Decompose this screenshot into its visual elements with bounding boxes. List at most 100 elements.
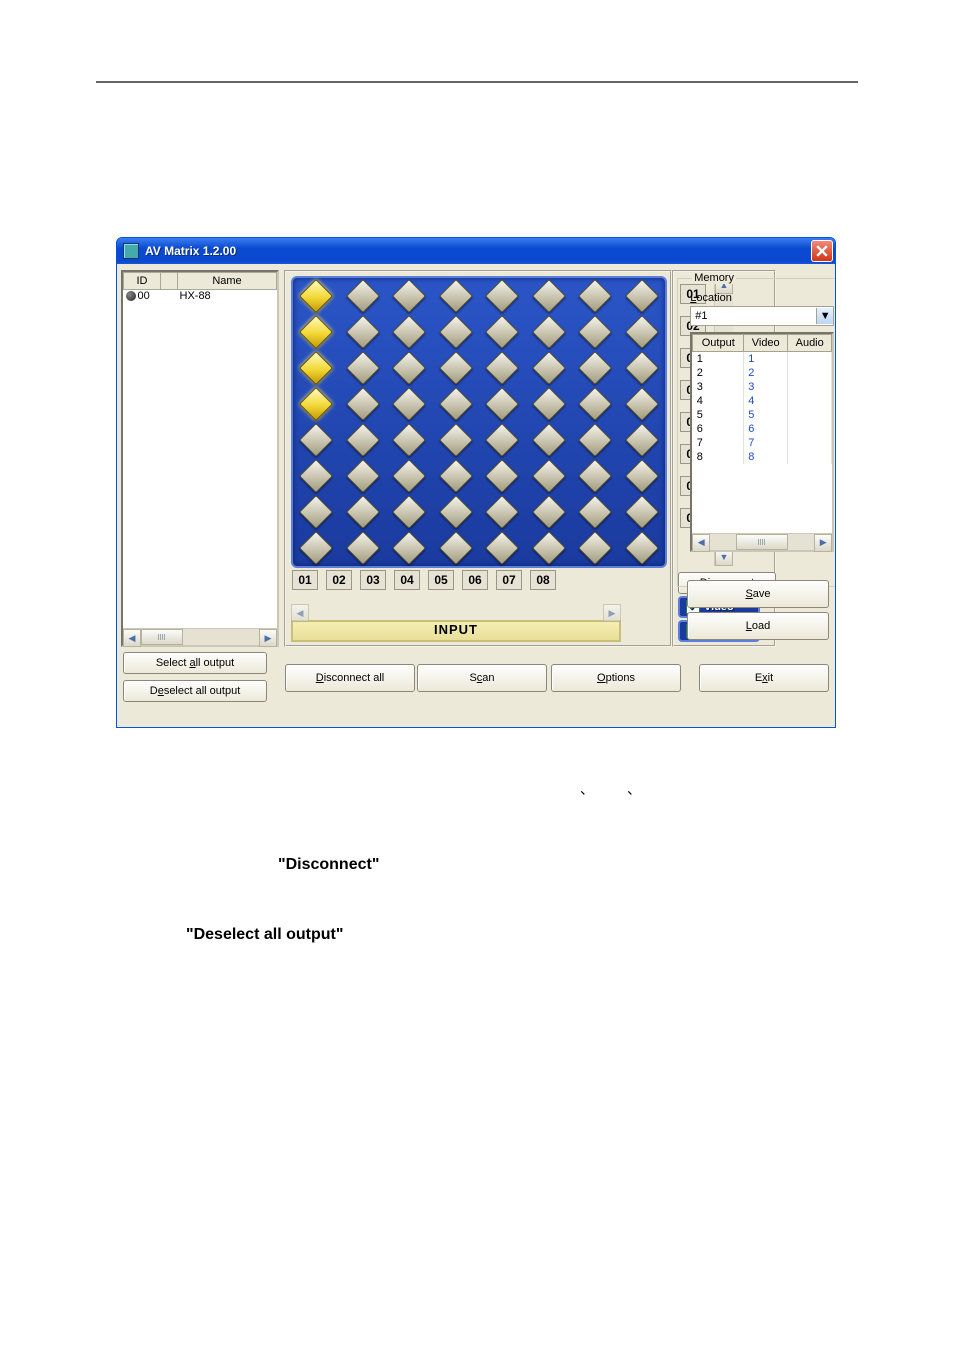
crosspoint[interactable] <box>532 279 566 313</box>
crosspoint[interactable] <box>578 279 612 313</box>
options-button[interactable]: Options <box>551 664 681 692</box>
crosspoint[interactable] <box>299 495 333 529</box>
crosspoint[interactable] <box>578 459 612 493</box>
crosspoint[interactable] <box>532 423 566 457</box>
crosspoint[interactable] <box>625 495 659 529</box>
crosspoint[interactable] <box>392 315 426 349</box>
scroll-left-icon[interactable]: ◀ <box>123 629 141 647</box>
mem-row[interactable]: 55 <box>693 408 832 422</box>
input-hscroll[interactable]: ◀ ▶ <box>291 604 621 620</box>
crosspoint[interactable] <box>299 423 333 457</box>
crosspoint[interactable] <box>299 351 333 385</box>
col-name[interactable]: Name <box>178 273 277 290</box>
crosspoint[interactable] <box>625 423 659 457</box>
mem-row[interactable]: 11 <box>693 351 832 366</box>
crosspoint[interactable] <box>578 495 612 529</box>
save-button[interactable]: Save <box>687 580 829 608</box>
mem-col[interactable]: Video <box>744 334 788 351</box>
crosspoint[interactable] <box>392 387 426 421</box>
deselect-all-button[interactable]: Deselect all output <box>123 680 267 702</box>
exit-button[interactable]: Exit <box>699 664 829 692</box>
crosspoint[interactable] <box>299 459 333 493</box>
crosspoint[interactable] <box>485 387 519 421</box>
input-index[interactable]: 06 <box>462 570 488 590</box>
crosspoint[interactable] <box>578 315 612 349</box>
dropdown-icon[interactable]: ▼ <box>816 308 833 324</box>
crosspoint[interactable] <box>392 351 426 385</box>
mem-row[interactable]: 77 <box>693 436 832 450</box>
input-index[interactable]: 03 <box>360 570 386 590</box>
disconnect-all-button[interactable]: Disconnect all <box>285 664 415 692</box>
crosspoint[interactable] <box>392 495 426 529</box>
crosspoint[interactable] <box>346 495 380 529</box>
crosspoint[interactable] <box>532 351 566 385</box>
input-index[interactable]: 07 <box>496 570 522 590</box>
mem-row[interactable]: 44 <box>693 394 832 408</box>
memory-hscroll[interactable]: ◀ ▶ <box>692 533 832 550</box>
input-index[interactable]: 05 <box>428 570 454 590</box>
crosspoint[interactable] <box>392 459 426 493</box>
crosspoint[interactable] <box>299 315 333 349</box>
crosspoint[interactable] <box>439 387 473 421</box>
crosspoint[interactable] <box>485 315 519 349</box>
crosspoint[interactable] <box>439 279 473 313</box>
input-index[interactable]: 04 <box>394 570 420 590</box>
crosspoint[interactable] <box>346 279 380 313</box>
col-blank[interactable] <box>161 273 178 290</box>
scroll-left-icon[interactable]: ◀ <box>692 534 710 552</box>
crosspoint[interactable] <box>439 351 473 385</box>
crosspoint[interactable] <box>578 387 612 421</box>
scroll-right-icon[interactable]: ▶ <box>259 629 277 647</box>
scroll-left-icon[interactable]: ◀ <box>291 604 309 622</box>
crosspoint[interactable] <box>392 423 426 457</box>
crosspoint[interactable] <box>625 351 659 385</box>
crosspoint[interactable] <box>346 423 380 457</box>
load-button[interactable]: Load <box>687 612 829 640</box>
crosspoint[interactable] <box>532 531 566 565</box>
crosspoint[interactable] <box>346 387 380 421</box>
crosspoint[interactable] <box>392 531 426 565</box>
list-hscroll[interactable]: ◀ ▶ <box>123 628 277 645</box>
crosspoint[interactable] <box>346 315 380 349</box>
close-button[interactable] <box>811 240 833 262</box>
crosspoint[interactable] <box>346 351 380 385</box>
input-index[interactable]: 08 <box>530 570 556 590</box>
crosspoint[interactable] <box>346 459 380 493</box>
crosspoint[interactable] <box>625 531 659 565</box>
crosspoint[interactable] <box>625 387 659 421</box>
crosspoint[interactable] <box>625 279 659 313</box>
crosspoint[interactable] <box>578 531 612 565</box>
crosspoint[interactable] <box>346 531 380 565</box>
crosspoint[interactable] <box>392 279 426 313</box>
input-index[interactable]: 01 <box>292 570 318 590</box>
crosspoint[interactable] <box>532 459 566 493</box>
crosspoint[interactable] <box>625 315 659 349</box>
list-row[interactable]: 00 HX-88 <box>124 290 277 303</box>
col-id[interactable]: ID <box>124 273 161 290</box>
select-all-button[interactable]: Select all output <box>123 652 267 674</box>
crosspoint[interactable] <box>439 531 473 565</box>
crosspoint[interactable] <box>439 423 473 457</box>
crosspoint[interactable] <box>532 315 566 349</box>
crosspoint[interactable] <box>485 351 519 385</box>
crosspoint[interactable] <box>485 459 519 493</box>
mem-row[interactable]: 22 <box>693 366 832 380</box>
crosspoint[interactable] <box>299 279 333 313</box>
crosspoint[interactable] <box>299 531 333 565</box>
crosspoint[interactable] <box>299 387 333 421</box>
crosspoint[interactable] <box>439 495 473 529</box>
crosspoint[interactable] <box>532 495 566 529</box>
crosspoint[interactable] <box>532 387 566 421</box>
crosspoint[interactable] <box>578 351 612 385</box>
input-index[interactable]: 02 <box>326 570 352 590</box>
crosspoint[interactable] <box>485 531 519 565</box>
mem-row[interactable]: 33 <box>693 380 832 394</box>
mem-row[interactable]: 88 <box>693 450 832 464</box>
scroll-right-icon[interactable]: ▶ <box>603 604 621 622</box>
scroll-right-icon[interactable]: ▶ <box>814 534 832 552</box>
crosspoint[interactable] <box>439 459 473 493</box>
location-combo[interactable]: #1 ▼ <box>690 306 834 326</box>
scan-button[interactable]: Scan <box>417 664 547 692</box>
mem-col[interactable]: Output <box>693 334 744 351</box>
crosspoint[interactable] <box>625 459 659 493</box>
